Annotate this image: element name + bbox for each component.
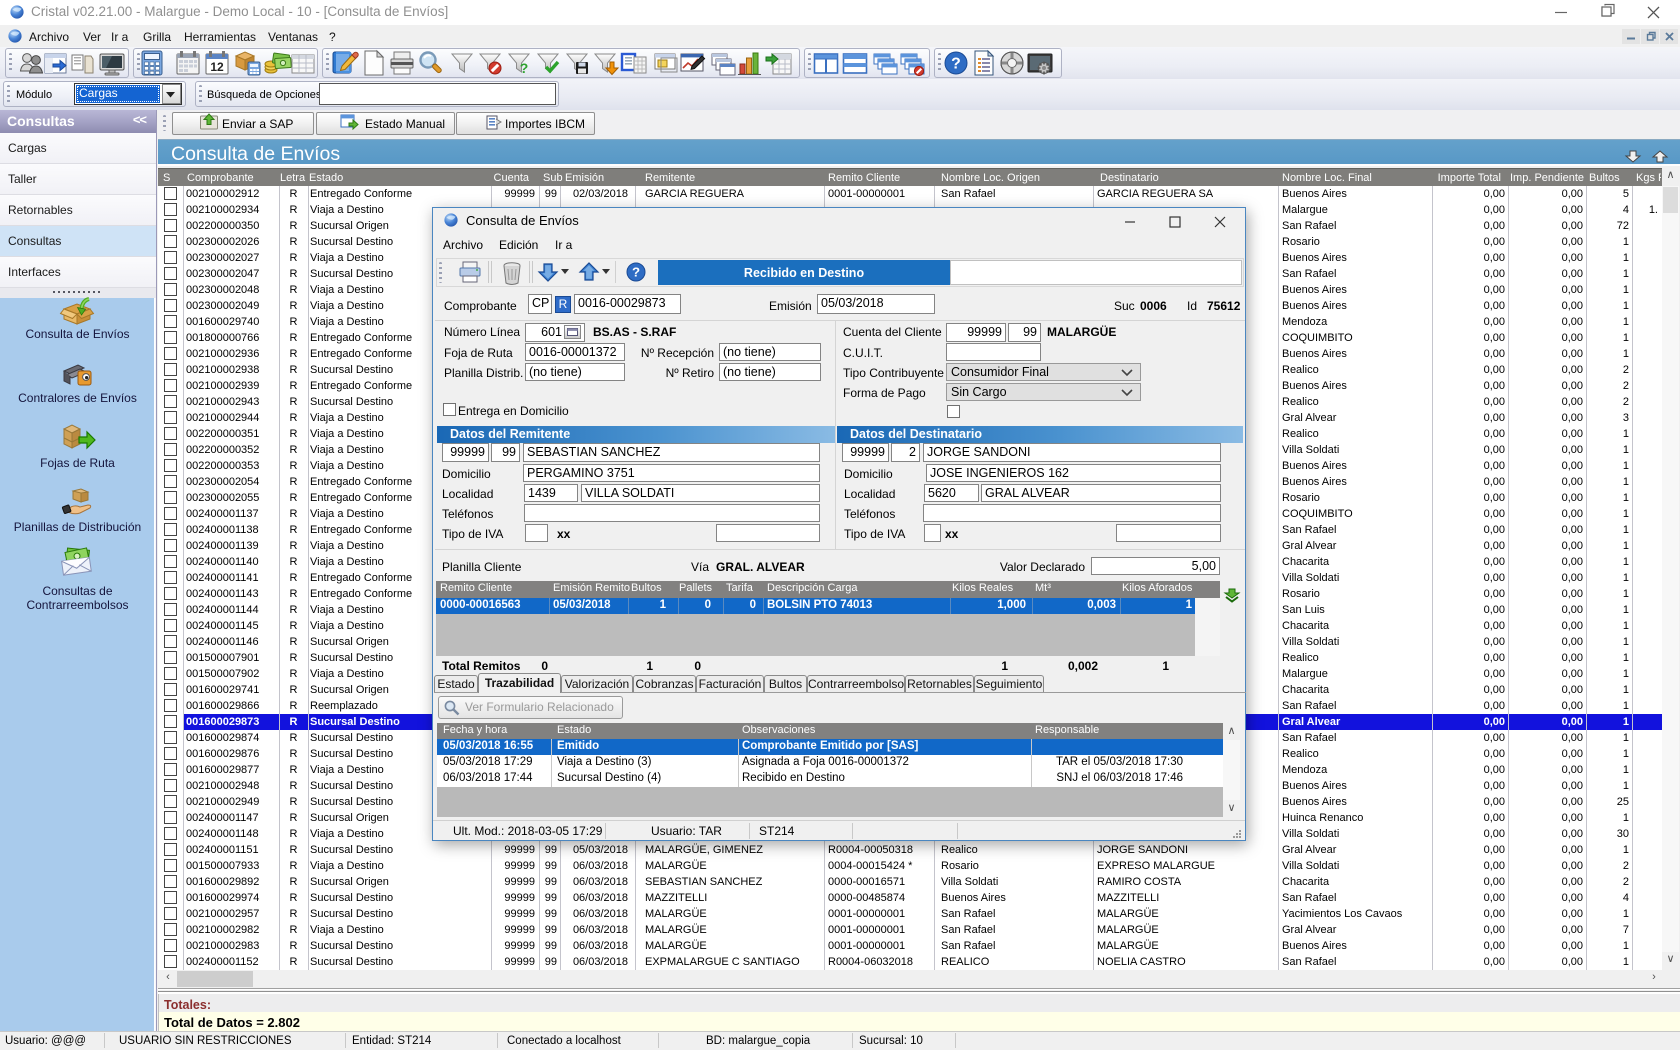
svg-text:?: ? — [520, 60, 529, 76]
svg-text:?: ? — [632, 265, 640, 280]
svg-text:?: ? — [951, 56, 961, 73]
svg-text:12: 12 — [210, 60, 224, 74]
